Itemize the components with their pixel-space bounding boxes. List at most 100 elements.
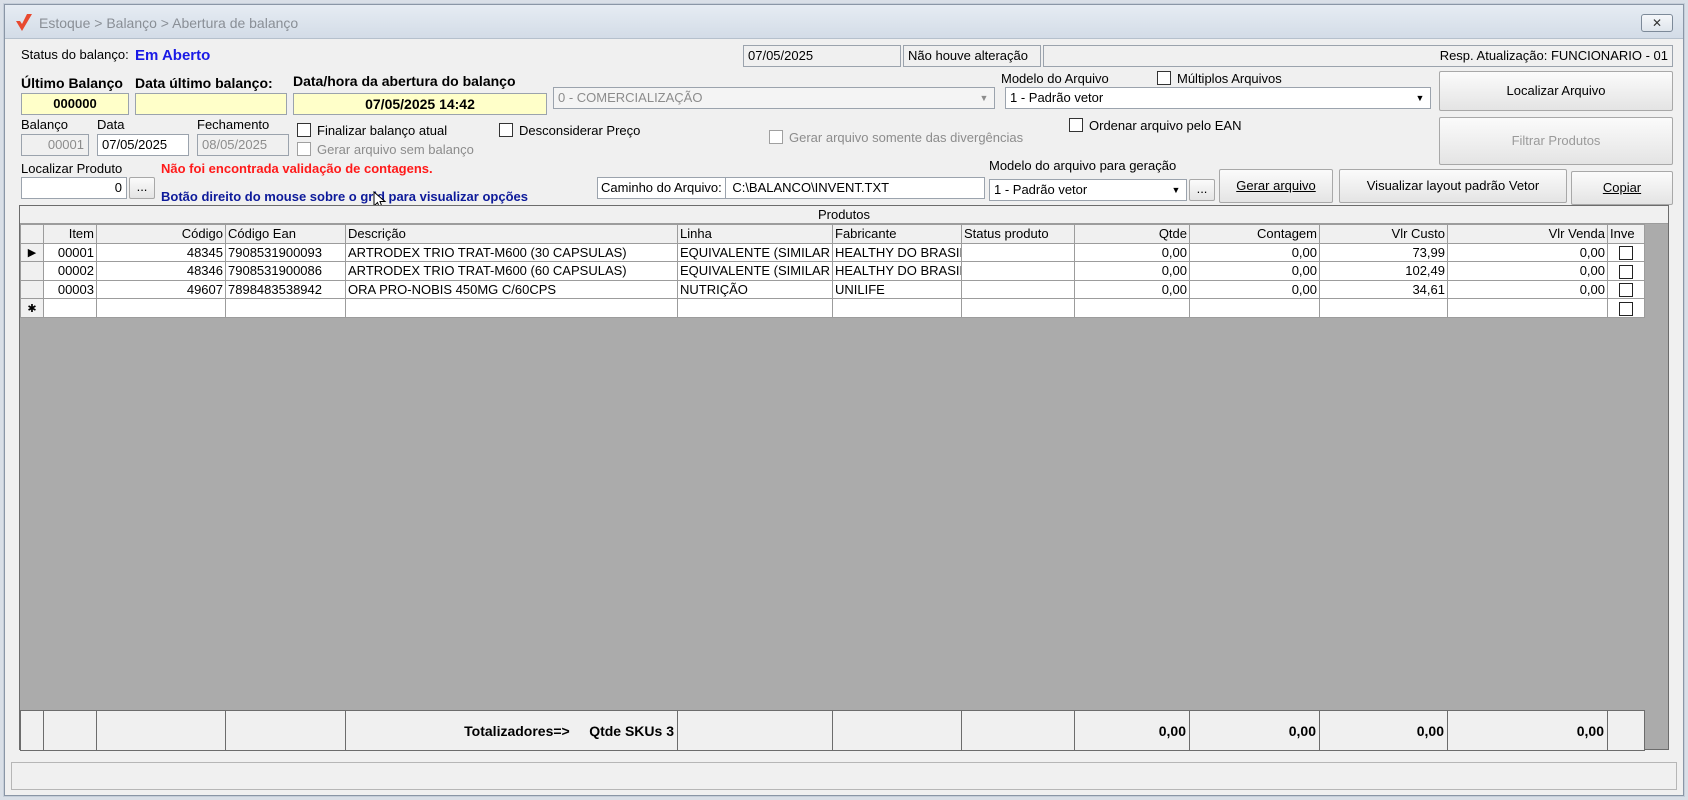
resp-atualizacao: Resp. Atualização: FUNCIONARIO - 01 xyxy=(1043,45,1673,67)
cell-venda[interactable]: 0,00 xyxy=(1447,242,1608,263)
cell-venda[interactable]: 0,00 xyxy=(1447,261,1608,281)
cell-custo[interactable]: 102,49 xyxy=(1319,261,1448,281)
col-header-linha[interactable]: Linha xyxy=(677,224,833,244)
data-field[interactable]: 07/05/2025 xyxy=(97,134,189,156)
cell-custo[interactable]: 34,61 xyxy=(1319,279,1448,300)
cell-custo[interactable]: 73,99 xyxy=(1319,242,1448,263)
totals-cell xyxy=(677,710,833,751)
col-header-item[interactable]: Item xyxy=(43,224,97,244)
fechamento-label: Fechamento xyxy=(197,117,270,132)
new-cell[interactable] xyxy=(961,298,1075,318)
modelo-geracao-select[interactable]: 1 - Padrão vetor ▼ xyxy=(989,179,1187,201)
gerar-arquivo-button[interactable]: Gerar arquivo xyxy=(1219,169,1333,203)
col-header-inve[interactable]: Inve xyxy=(1607,224,1645,244)
new-cell[interactable] xyxy=(1074,298,1190,318)
inve-checkbox[interactable] xyxy=(1619,246,1633,261)
new-cell[interactable] xyxy=(225,298,346,318)
cell-ean[interactable]: 7898483538942 xyxy=(225,279,346,300)
totals-label-cell: Totalizadores=> Qtde SKUs 3 xyxy=(345,710,678,751)
cell-inve[interactable] xyxy=(1607,298,1645,318)
filtrar-produtos-button[interactable]: Filtrar Produtos xyxy=(1439,117,1673,165)
col-header-contagem[interactable]: Contagem xyxy=(1189,224,1320,244)
cell-status[interactable] xyxy=(961,279,1075,300)
localizar-produto-input[interactable]: 0 xyxy=(21,177,127,199)
table-row[interactable]: 00003 49607 7898483538942 ORA PRO-NOBIS … xyxy=(20,279,1645,300)
col-header-custo[interactable]: Vlr Custo xyxy=(1319,224,1448,244)
cell-contagem[interactable]: 0,00 xyxy=(1189,242,1320,263)
new-cell[interactable] xyxy=(43,298,97,318)
desconsiderar-checkbox[interactable] xyxy=(499,123,513,137)
close-button[interactable]: ✕ xyxy=(1641,14,1673,32)
produtos-grid[interactable]: Produtos Item Código Código Ean Descriçã… xyxy=(19,205,1669,751)
cell-item[interactable]: 00001 xyxy=(43,242,97,263)
cell-descricao[interactable]: ARTRODEX TRIO TRAT-M600 (60 CAPSULAS) xyxy=(345,261,678,281)
grid-hint: Botão direito do mouse sobre o grid para… xyxy=(161,189,528,204)
ultimo-balanco-field: 000000 xyxy=(21,93,129,115)
cell-qtde[interactable]: 0,00 xyxy=(1074,242,1190,263)
inve-checkbox[interactable] xyxy=(1619,301,1633,316)
row-indicator xyxy=(20,261,44,281)
modelo-arquivo-select[interactable]: 1 - Padrão vetor ▼ xyxy=(1005,87,1431,109)
cell-codigo[interactable]: 48346 xyxy=(96,261,226,281)
table-row[interactable]: ▶ 00001 48345 7908531900093 ARTRODEX TRI… xyxy=(20,242,1645,263)
cell-codigo[interactable]: 49607 xyxy=(96,279,226,300)
col-header-qtde[interactable]: Qtde xyxy=(1074,224,1190,244)
cell-linha[interactable]: NUTRIÇÃO xyxy=(677,279,833,300)
totals-row: Totalizadores=> Qtde SKUs 3 0,00 0,00 0,… xyxy=(20,710,1645,751)
col-header-ean[interactable]: Código Ean xyxy=(225,224,346,244)
window-title: Estoque > Balanço > Abertura de balanço xyxy=(39,15,299,31)
new-cell[interactable] xyxy=(96,298,226,318)
new-cell[interactable] xyxy=(832,298,962,318)
col-header-fabricante[interactable]: Fabricante xyxy=(832,224,962,244)
cell-item[interactable]: 00003 xyxy=(43,279,97,300)
col-header-descricao[interactable]: Descrição xyxy=(345,224,678,244)
caminho-field[interactable]: Caminho do Arquivo: C:\BALANCO\INVENT.TX… xyxy=(597,177,985,199)
finalizar-checkbox[interactable] xyxy=(297,123,311,137)
cell-qtde[interactable]: 0,00 xyxy=(1074,261,1190,281)
cell-contagem[interactable]: 0,00 xyxy=(1189,279,1320,300)
cell-item[interactable]: 00002 xyxy=(43,261,97,281)
localizar-arquivo-button[interactable]: Localizar Arquivo xyxy=(1439,71,1673,111)
cell-status[interactable] xyxy=(961,242,1075,263)
copiar-button[interactable]: Copiar xyxy=(1571,171,1673,205)
comercializacao-value: 0 - COMERCIALIZAÇÃO xyxy=(558,90,703,105)
col-header-codigo[interactable]: Código xyxy=(96,224,226,244)
new-cell[interactable] xyxy=(1319,298,1448,318)
multiplos-checkbox[interactable] xyxy=(1157,71,1171,85)
col-header-venda[interactable]: Vlr Venda xyxy=(1447,224,1608,244)
cell-contagem[interactable]: 0,00 xyxy=(1189,261,1320,281)
table-row[interactable]: 00002 48346 7908531900086 ARTRODEX TRIO … xyxy=(20,261,1645,281)
inve-checkbox[interactable] xyxy=(1619,264,1633,279)
cell-fabricante[interactable]: UNILIFE xyxy=(832,279,962,300)
localizar-produto-ellipsis-button[interactable]: ... xyxy=(129,177,155,199)
new-cell[interactable] xyxy=(1189,298,1320,318)
cell-qtde[interactable]: 0,00 xyxy=(1074,279,1190,300)
cell-descricao[interactable]: ORA PRO-NOBIS 450MG C/60CPS xyxy=(345,279,678,300)
cell-linha[interactable]: EQUIVALENTE (SIMILAR xyxy=(677,242,833,263)
cell-ean[interactable]: 7908531900093 xyxy=(225,242,346,263)
cell-status[interactable] xyxy=(961,261,1075,281)
totals-cell xyxy=(96,710,226,751)
new-cell[interactable] xyxy=(1447,298,1608,318)
localizar-produto-label: Localizar Produto xyxy=(21,161,123,176)
data-label: Data xyxy=(97,117,125,132)
inve-checkbox[interactable] xyxy=(1619,283,1633,298)
modelo-geracao-ellipsis-button[interactable]: ... xyxy=(1189,179,1215,201)
new-cell[interactable] xyxy=(345,298,678,318)
cell-fabricante[interactable]: HEALTHY DO BRASIL xyxy=(832,261,962,281)
new-row[interactable]: ✱ xyxy=(20,298,1645,318)
col-header-status[interactable]: Status produto xyxy=(961,224,1075,244)
cell-descricao[interactable]: ARTRODEX TRIO TRAT-M600 (30 CAPSULAS) xyxy=(345,242,678,263)
cell-fabricante[interactable]: HEALTHY DO BRASIL xyxy=(832,242,962,263)
cell-codigo[interactable]: 48345 xyxy=(96,242,226,263)
cell-inve[interactable] xyxy=(1607,279,1645,300)
visualizar-layout-button[interactable]: Visualizar layout padrão Vetor xyxy=(1339,169,1567,203)
cell-inve[interactable] xyxy=(1607,242,1645,263)
new-cell[interactable] xyxy=(677,298,833,318)
cell-inve[interactable] xyxy=(1607,261,1645,281)
cell-venda[interactable]: 0,00 xyxy=(1447,279,1608,300)
cell-ean[interactable]: 7908531900086 xyxy=(225,261,346,281)
status-label: Status do balanço: xyxy=(21,47,129,62)
ordenar-checkbox[interactable] xyxy=(1069,118,1083,132)
cell-linha[interactable]: EQUIVALENTE (SIMILAR xyxy=(677,261,833,281)
